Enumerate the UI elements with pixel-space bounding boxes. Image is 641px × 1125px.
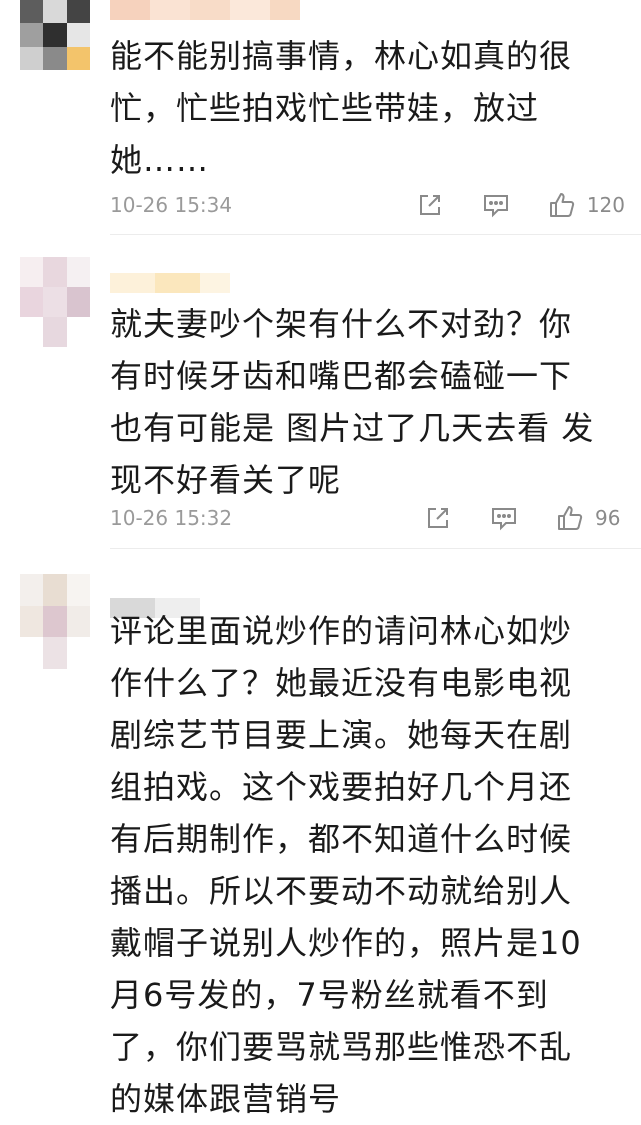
divider — [110, 548, 641, 549]
avatar[interactable] — [20, 574, 90, 669]
comment-text: 能不能别搞事情，林心如真的很 忙，忙些拍戏忙些带娃，放过 她…… — [110, 37, 573, 179]
comment-time: 10-26 15:32 — [110, 506, 233, 530]
comment-item: 能不能别搞事情，林心如真的很 忙，忙些拍戏忙些带娃，放过 她…… 10-26 1… — [0, 0, 641, 235]
like-count: 120 — [586, 193, 625, 217]
share-icon[interactable] — [423, 503, 453, 533]
avatar[interactable] — [20, 257, 90, 347]
comment-actions: 96 — [423, 498, 625, 538]
like-count: 96 — [595, 506, 621, 530]
avatar[interactable] — [20, 0, 90, 70]
share-icon[interactable] — [415, 190, 445, 220]
comment-item: 就夫妻吵个架有什么不对劲？你 有时候牙齿和嘴巴都会磕碰一下 也有可能是 图片过了… — [0, 235, 641, 550]
comment-item: 评论里面说炒作的请问林心如炒 作什么了？她最近没有电影电视 剧综艺节目要上演。她… — [0, 550, 641, 1118]
thumbs-up-icon[interactable] — [555, 503, 585, 533]
comment-meta: 10-26 15:32 96 — [110, 498, 625, 538]
comment-meta: 10-26 15:34 120 — [110, 185, 625, 225]
username[interactable] — [110, 273, 230, 293]
comment-icon[interactable] — [489, 503, 519, 533]
comment-actions: 120 — [415, 185, 625, 225]
comment-time: 10-26 15:34 — [110, 193, 233, 217]
username[interactable] — [110, 0, 300, 20]
comment-icon[interactable] — [481, 190, 511, 220]
thumbs-up-icon[interactable] — [547, 190, 577, 220]
comment-text: 就夫妻吵个架有什么不对劲？你 有时候牙齿和嘴巴都会磕碰一下 也有可能是 图片过了… — [110, 305, 595, 499]
comment-text: 评论里面说炒作的请问林心如炒 作什么了？她最近没有电影电视 剧综艺节目要上演。她… — [110, 612, 582, 1118]
